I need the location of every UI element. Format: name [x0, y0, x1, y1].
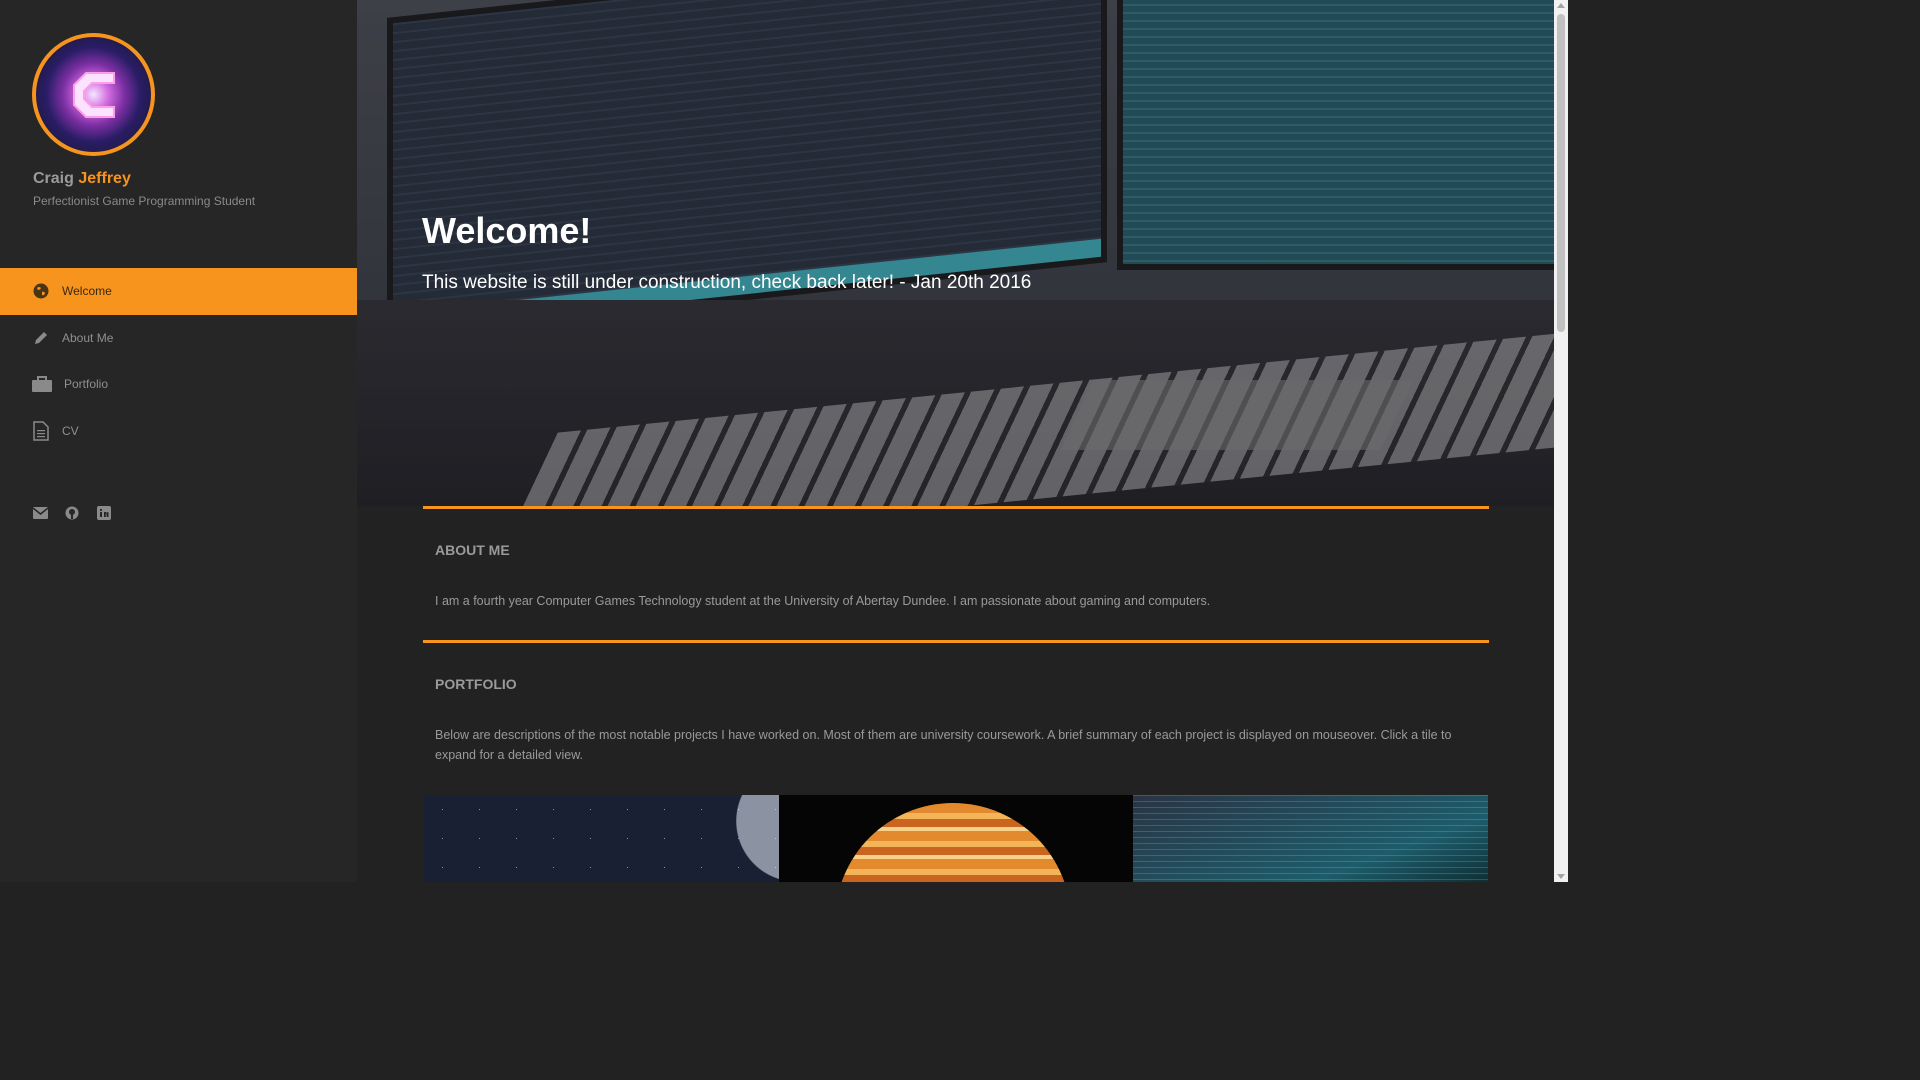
sidebar-item-portfolio[interactable]: Portfolio	[0, 361, 357, 408]
about-section: ABOUT ME I am a fourth year Computer Gam…	[423, 506, 1489, 639]
about-heading: ABOUT ME	[435, 542, 510, 558]
portfolio-tile-space[interactable]	[424, 795, 779, 882]
sidebar-item-cv[interactable]: CV	[0, 408, 357, 455]
sidebar-item-label: CV	[62, 423, 79, 438]
page-scrollbar[interactable]	[1554, 0, 1568, 882]
scroll-down-arrow-icon[interactable]	[1557, 874, 1565, 879]
sidebar-item-label: Portfolio	[64, 377, 109, 392]
envelope-icon[interactable]	[32, 505, 48, 521]
briefcase-icon	[32, 375, 52, 393]
social-links	[32, 505, 112, 521]
hero-subtitle: This website is still under construction…	[422, 272, 1032, 293]
scroll-thumb[interactable]	[1557, 14, 1565, 332]
portfolio-heading: PORTFOLIO	[435, 676, 517, 692]
hero-banner: Welcome! This website is still under con…	[357, 0, 1554, 506]
sidebar: Craig Jeffrey Perfectionist Game Program…	[0, 0, 357, 882]
avatar[interactable]	[32, 33, 155, 156]
c-logo-icon	[73, 72, 115, 118]
sidebar-nav: Welcome About Me Portfolio CV	[0, 268, 357, 454]
portfolio-tile-planet[interactable]	[778, 795, 1134, 882]
portfolio-tiles	[424, 795, 1489, 882]
about-text: I am a fourth year Computer Games Techno…	[435, 594, 1211, 608]
linkedin-icon[interactable]	[96, 505, 112, 521]
portfolio-text: Below are descriptions of the most notab…	[435, 728, 1452, 762]
globe-icon	[32, 282, 50, 300]
profile-first-name: Craig	[33, 170, 74, 187]
profile-last-name: Jeffrey	[78, 170, 131, 187]
github-icon[interactable]	[64, 505, 80, 521]
sidebar-item-welcome[interactable]: Welcome	[0, 268, 357, 315]
sidebar-item-label: Welcome	[62, 284, 112, 299]
sidebar-item-about-me[interactable]: About Me	[0, 315, 357, 362]
pencil-icon	[32, 329, 50, 347]
profile-tagline: Perfectionist Game Programming Student	[33, 194, 256, 208]
portfolio-tile-code[interactable]	[1133, 795, 1489, 882]
document-icon	[32, 421, 50, 441]
hero-title: Welcome!	[422, 210, 592, 251]
profile-name: Craig Jeffrey	[33, 170, 131, 188]
scroll-up-arrow-icon[interactable]	[1557, 3, 1565, 8]
sidebar-item-label: About Me	[62, 330, 114, 345]
portfolio-section: PORTFOLIO Below are descriptions of the …	[423, 640, 1489, 790]
